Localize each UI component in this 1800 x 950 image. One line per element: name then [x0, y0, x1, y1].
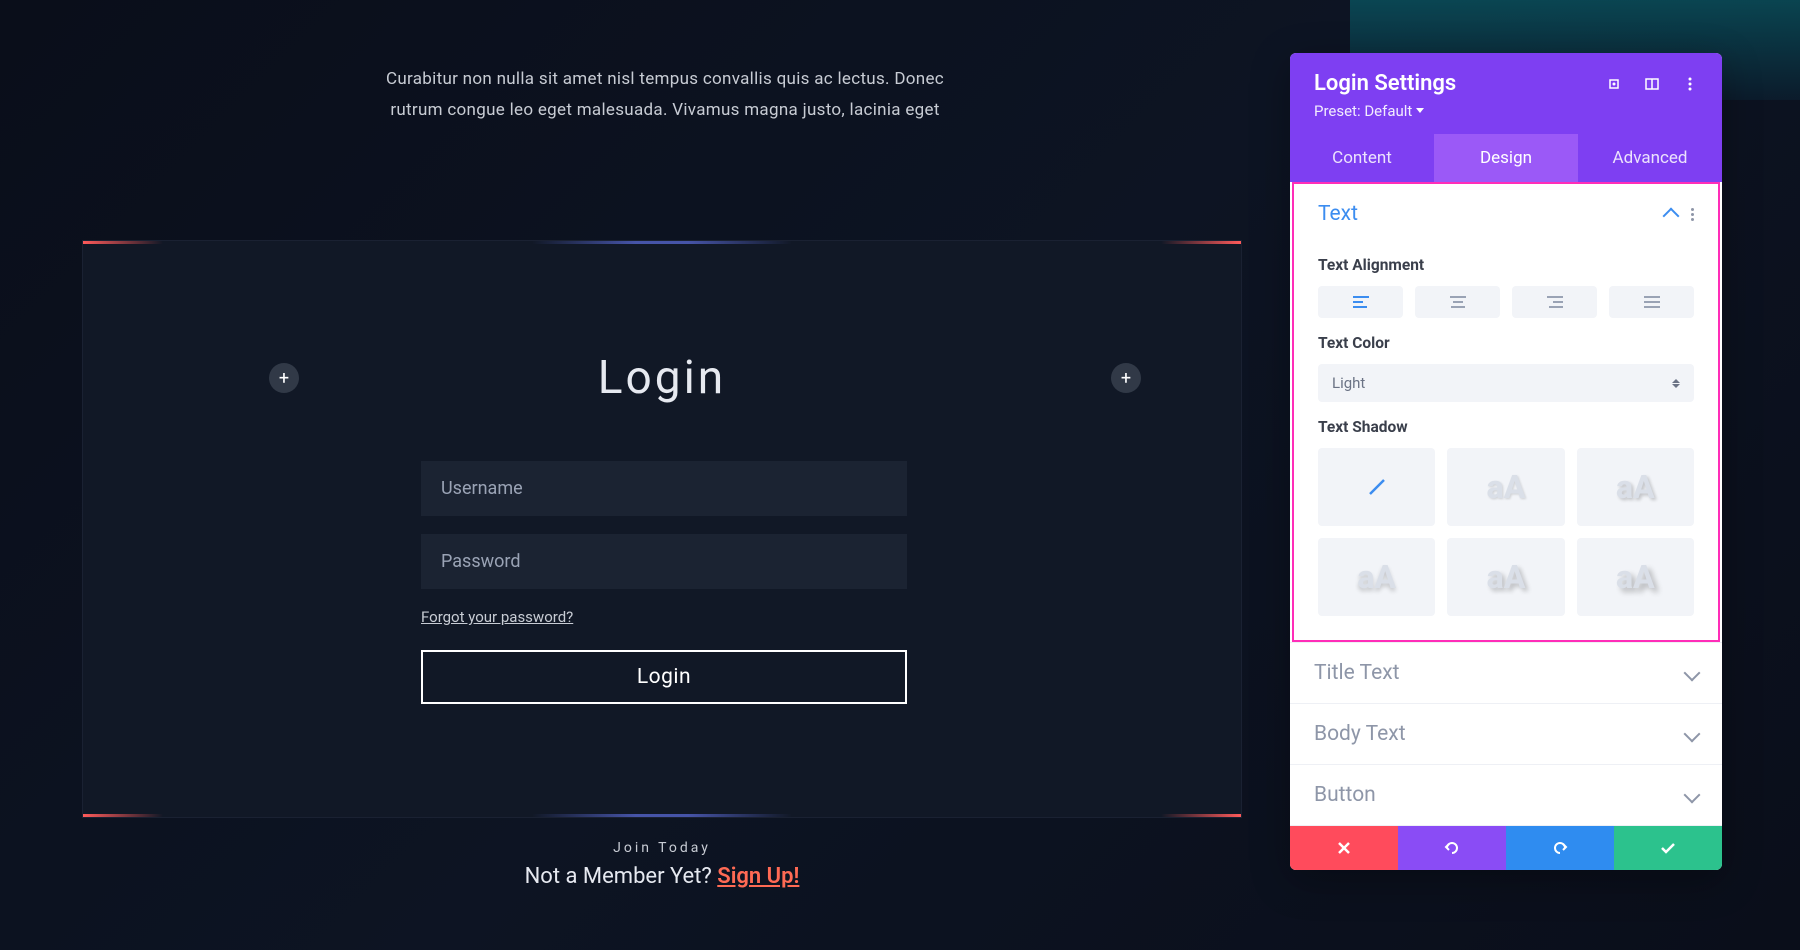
- join-block: Join Today Not a Member Yet? Sign Up!: [82, 840, 1242, 889]
- panel-title: Login Settings: [1314, 71, 1456, 96]
- signup-link[interactable]: Sign Up!: [717, 864, 799, 889]
- section-more-icon[interactable]: [1691, 208, 1694, 221]
- chevron-down-icon: [1684, 787, 1701, 804]
- shadow-option-5[interactable]: aA: [1577, 538, 1694, 616]
- shadow-options: aA aA aA aA aA: [1318, 448, 1694, 616]
- shadow-option-3[interactable]: aA: [1318, 538, 1435, 616]
- shadow-none-button[interactable]: [1318, 448, 1435, 526]
- tab-design[interactable]: Design: [1434, 134, 1578, 182]
- save-button[interactable]: [1614, 826, 1722, 870]
- settings-panel: Login Settings Preset: Default Content D…: [1290, 53, 1722, 870]
- section-title-text-label: Title Text: [1314, 661, 1400, 685]
- align-right-button[interactable]: [1512, 286, 1597, 318]
- snap-icon[interactable]: [1644, 76, 1660, 92]
- intro-text: Curabitur non nulla sit amet nisl tempus…: [360, 64, 970, 125]
- preset-label: Preset: Default: [1314, 102, 1412, 120]
- shadow-preview: aA: [1487, 558, 1526, 596]
- panel-tabs: Content Design Advanced: [1290, 134, 1722, 182]
- expand-icon[interactable]: [1606, 76, 1622, 92]
- close-icon: [1337, 841, 1351, 855]
- tab-content[interactable]: Content: [1290, 134, 1434, 182]
- alignment-label: Text Alignment: [1318, 256, 1694, 274]
- chevron-down-icon: [1684, 665, 1701, 682]
- section-text: Text Text Alignment: [1290, 182, 1722, 643]
- shadow-preview: aA: [1616, 468, 1655, 506]
- shadow-option-2[interactable]: aA: [1577, 448, 1694, 526]
- section-button[interactable]: Button: [1290, 765, 1722, 825]
- chevron-up-icon[interactable]: [1663, 208, 1680, 225]
- undo-button[interactable]: [1398, 826, 1506, 870]
- shadow-preview: aA: [1616, 558, 1655, 596]
- alignment-buttons: [1318, 286, 1694, 318]
- login-card: + Login + Username Password Forgot your …: [82, 240, 1242, 818]
- password-input[interactable]: Password: [421, 534, 907, 589]
- forgot-password-link[interactable]: Forgot your password?: [421, 608, 573, 626]
- redo-button[interactable]: [1506, 826, 1614, 870]
- panel-footer: [1290, 826, 1722, 870]
- text-color-select[interactable]: Light: [1318, 364, 1694, 402]
- login-title: Login: [598, 351, 726, 405]
- shadow-preview: aA: [1487, 468, 1526, 506]
- undo-icon: [1443, 839, 1461, 857]
- username-input[interactable]: Username: [421, 461, 907, 516]
- chevron-down-icon: [1684, 726, 1701, 743]
- login-button[interactable]: Login: [421, 650, 907, 704]
- panel-body: Text Text Alignment: [1290, 182, 1722, 826]
- more-icon[interactable]: [1682, 76, 1698, 92]
- login-form: Username Password Forgot your password? …: [421, 461, 907, 704]
- text-shadow-label: Text Shadow: [1318, 418, 1694, 436]
- shadow-preview: aA: [1357, 558, 1396, 596]
- align-left-button[interactable]: [1318, 286, 1403, 318]
- section-title-text[interactable]: Title Text: [1290, 643, 1722, 703]
- add-module-right-button[interactable]: +: [1111, 363, 1141, 393]
- chevron-down-icon: [1416, 108, 1424, 114]
- join-question: Not a Member Yet?: [525, 864, 712, 889]
- join-tagline: Join Today: [82, 840, 1242, 856]
- text-color-label: Text Color: [1318, 334, 1694, 352]
- preset-selector[interactable]: Preset: Default: [1314, 102, 1698, 134]
- section-text-title[interactable]: Text: [1318, 202, 1358, 226]
- shadow-option-4[interactable]: aA: [1447, 538, 1564, 616]
- align-center-button[interactable]: [1415, 286, 1500, 318]
- section-button-label: Button: [1314, 783, 1376, 807]
- text-color-value: Light: [1332, 374, 1365, 392]
- redo-icon: [1551, 839, 1569, 857]
- shadow-option-1[interactable]: aA: [1447, 448, 1564, 526]
- panel-header: Login Settings Preset: Default: [1290, 53, 1722, 134]
- add-module-left-button[interactable]: +: [269, 363, 299, 393]
- check-icon: [1660, 841, 1676, 855]
- cancel-button[interactable]: [1290, 826, 1398, 870]
- select-arrows-icon: [1672, 379, 1680, 388]
- align-justify-button[interactable]: [1609, 286, 1694, 318]
- section-body-text[interactable]: Body Text: [1290, 704, 1722, 764]
- section-body-text-label: Body Text: [1314, 722, 1406, 746]
- tab-advanced[interactable]: Advanced: [1578, 134, 1722, 182]
- no-shadow-icon: [1365, 475, 1389, 499]
